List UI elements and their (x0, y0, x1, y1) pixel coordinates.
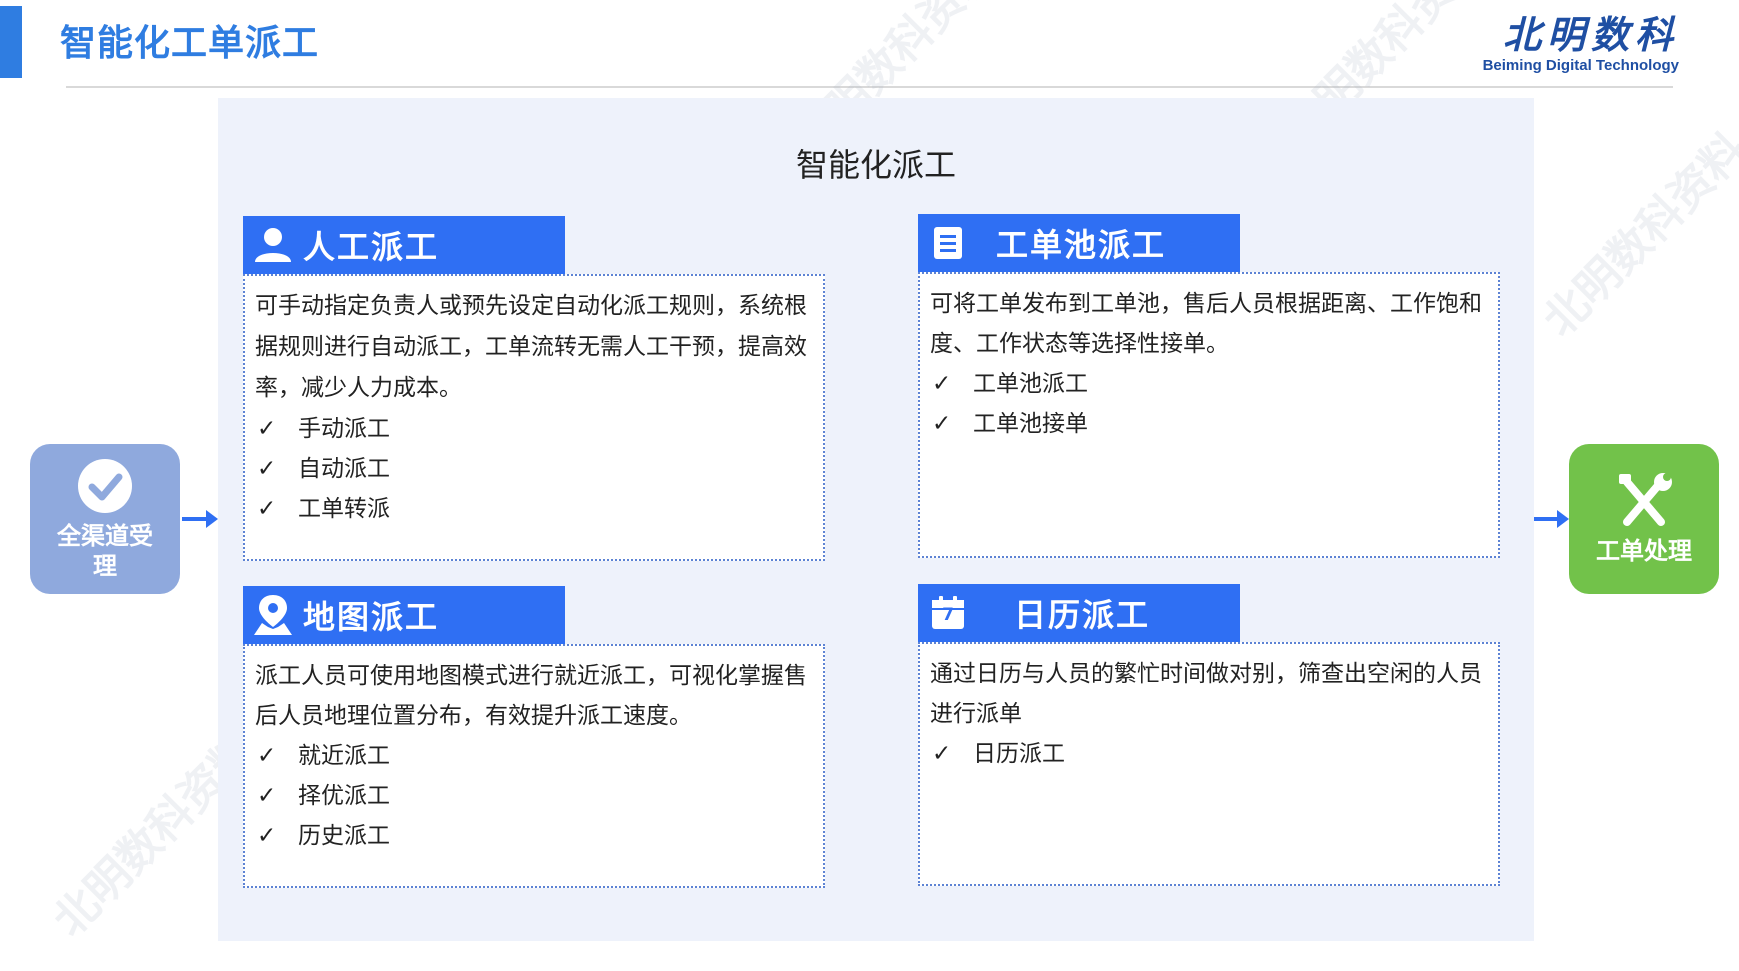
calendar-icon: 7 (918, 584, 978, 642)
list-item: ✓ 历史派工 (255, 816, 813, 856)
check-icon: ✓ (932, 371, 952, 397)
list-item: ✓ 工单池派工 (930, 364, 1488, 404)
calendar-day: 7 (942, 605, 954, 625)
list-item-label: 工单转派 (298, 496, 390, 522)
list-item-label: 就近派工 (298, 743, 390, 769)
map-dispatch-header: 地图派工 (243, 586, 565, 644)
intake-arrow (182, 510, 218, 528)
panel-title: 智能化派工 (795, 146, 956, 184)
list-item: ✓ 工单转派 (255, 489, 813, 529)
handling-arrow (1533, 510, 1569, 528)
check-icon: ✓ (932, 741, 952, 767)
list-item: ✓ 工单池接单 (930, 404, 1488, 444)
intake-node: 全渠道受理 (30, 444, 180, 594)
pool-dispatch-box: 可将工单发布到工单池，售后人员根据距离、工作饱和度、工作状态等选择性接单。 ✓ 工… (918, 272, 1500, 558)
list-item: ✓ 择优派工 (255, 776, 813, 816)
header-divider (66, 86, 1673, 88)
map-dispatch-title: 地图派工 (303, 598, 440, 636)
list-item-label: 日历派工 (973, 741, 1065, 767)
handling-node: 工单处理 (1569, 444, 1719, 594)
pool-dispatch-title: 工单池派工 (996, 226, 1167, 264)
manual-dispatch-header: 人工派工 (243, 216, 565, 274)
map-pin-person-icon (243, 586, 303, 644)
check-icon: ✓ (257, 783, 277, 809)
map-dispatch-description: 派工人员可使用地图模式进行就近派工，可视化掌握售后人员地理位置分布，有效提升派工… (255, 663, 807, 729)
check-icon: ✓ (257, 743, 277, 769)
list-item-label: 手动派工 (298, 416, 390, 442)
check-icon: ✓ (257, 456, 277, 482)
list-item-label: 择优派工 (298, 783, 390, 809)
manual-dispatch-description: 可手动指定负责人或预先设定自动化派工规则，系统根据规则进行自动派工，工单流转无需… (255, 293, 807, 401)
calendar-dispatch-box: 通过日历与人员的繁忙时间做对别，筛查出空闲的人员进行派单 ✓ 日历派工 (918, 642, 1500, 886)
list-item: ✓ 自动派工 (255, 449, 813, 489)
document-icon (918, 214, 978, 272)
page-title: 智能化工单派工 (60, 23, 320, 64)
list-item-label: 历史派工 (298, 823, 390, 849)
handling-node-label: 工单处理 (1596, 537, 1692, 565)
check-circle-icon (78, 459, 132, 513)
list-item: ✓ 就近派工 (255, 736, 813, 776)
watermark: 北明数科资料 (1533, 123, 1739, 347)
manual-dispatch-box: 可手动指定负责人或预先设定自动化派工规则，系统根据规则进行自动派工，工单流转无需… (243, 274, 825, 561)
list-item-label: 工单池接单 (973, 411, 1088, 437)
title-accent-bar (0, 6, 22, 78)
list-item-label: 工单池派工 (973, 371, 1088, 397)
calendar-dispatch-title: 日历派工 (1014, 596, 1151, 634)
list-item: ✓ 日历派工 (930, 734, 1488, 774)
calendar-dispatch-header: 7 日历派工 (918, 584, 1240, 642)
pool-dispatch-description: 可将工单发布到工单池，售后人员根据距离、工作饱和度、工作状态等选择性接单。 (930, 291, 1482, 357)
intake-node-label: 全渠道受理 (57, 522, 153, 580)
list-item: ✓ 手动派工 (255, 409, 813, 449)
pool-dispatch-header: 工单池派工 (918, 214, 1240, 272)
calendar-dispatch-description: 通过日历与人员的繁忙时间做对别，筛查出空闲的人员进行派单 (930, 661, 1482, 727)
list-item-label: 自动派工 (298, 456, 390, 482)
check-icon: ✓ (257, 416, 277, 442)
map-dispatch-box: 派工人员可使用地图模式进行就近派工，可视化掌握售后人员地理位置分布，有效提升派工… (243, 644, 825, 888)
check-icon: ✓ (932, 411, 952, 437)
check-icon: ✓ (257, 823, 277, 849)
logo-mark: 北明数科 (1502, 12, 1679, 57)
wrench-screwdriver-icon (1619, 473, 1672, 526)
company-logo: 北明数科 Beiming Digital Technology (1483, 12, 1679, 74)
logo-subtitle: Beiming Digital Technology (1482, 57, 1679, 74)
person-icon (243, 216, 303, 274)
check-icon: ✓ (257, 496, 277, 522)
manual-dispatch-title: 人工派工 (303, 228, 440, 266)
dispatch-panel: 智能化派工 人工派工 可手动指定负责人或预先设定自动化派工规则，系统根据规则进行… (218, 98, 1534, 941)
